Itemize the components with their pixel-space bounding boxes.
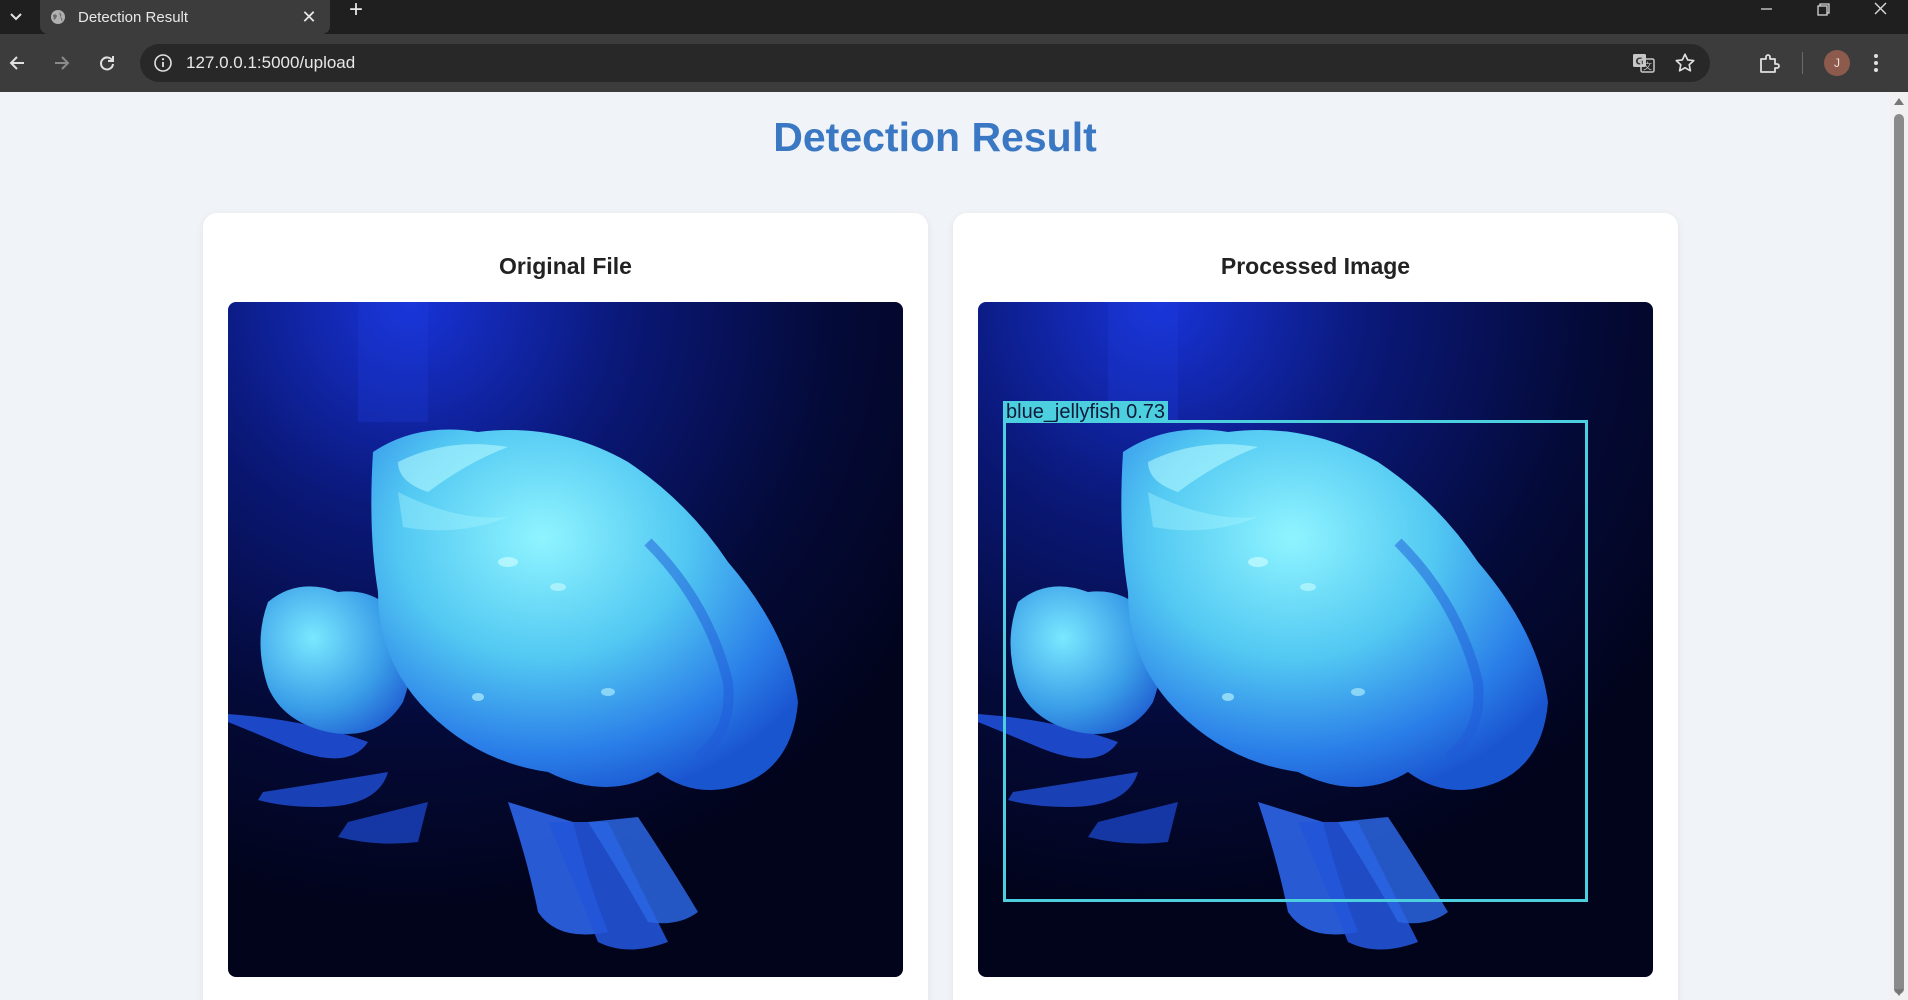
browser-toolbar: 127.0.0.1:5000/upload G 文 J [0,34,1908,92]
processed-image: blue_jellyfish 0.73 [978,302,1653,977]
card-title-processed: Processed Image [1220,253,1411,279]
reload-icon [100,56,114,71]
close-tab-icon[interactable]: ✕ [298,8,320,26]
page-title: Detection Result [773,114,1097,160]
original-image [228,302,903,977]
reload-button[interactable] [92,48,122,78]
scroll-thumb[interactable] [1894,114,1904,994]
new-tab-button[interactable]: + [342,0,370,26]
url-text[interactable]: 127.0.0.1:5000/upload [186,53,1632,73]
globe-icon [51,10,65,24]
more-vertical-icon [1874,54,1878,72]
close-icon [1874,2,1887,15]
close-window-button[interactable] [1857,0,1903,22]
browser-menu-button[interactable] [1872,48,1880,78]
bookmark-star-icon[interactable] [1674,52,1696,74]
processed-image-card: Processed Image blue_jellyfish 0.73 [953,213,1678,1000]
tab-search-button[interactable] [0,0,32,34]
scroll-up-arrow-icon[interactable] [1894,98,1904,105]
toolbar-divider [1802,48,1803,78]
detection-label: blue_jellyfish 0.73 [1003,401,1168,423]
svg-text:文: 文 [1643,61,1652,73]
chevron-down-icon [10,13,22,21]
site-info-icon[interactable] [152,52,174,74]
active-tab[interactable]: Detection Result ✕ [40,0,330,34]
arrow-left-icon [9,56,24,70]
minimize-button[interactable] [1743,0,1789,22]
avatar: J [1824,50,1850,76]
tab-strip: Detection Result ✕ + [0,0,1908,34]
page-viewport: Detection Result Original File Processed… [0,92,1890,1000]
restore-icon [1817,3,1830,16]
scroll-down-arrow-icon[interactable] [1894,989,1904,996]
restore-button[interactable] [1800,0,1846,22]
profile-button[interactable]: J [1824,48,1850,78]
address-bar[interactable]: 127.0.0.1:5000/upload G 文 [140,44,1710,82]
minimize-icon [1761,8,1772,10]
back-button[interactable] [3,48,33,78]
extensions-button[interactable] [1757,48,1781,78]
translate-icon[interactable]: G 文 [1632,52,1656,74]
forward-button[interactable] [46,48,76,78]
page-scrollbar[interactable] [1890,92,1908,1000]
detection-bounding-box [1003,420,1588,902]
original-file-card: Original File [203,213,928,1000]
puzzle-icon [1760,54,1780,73]
tab-title: Detection Result [78,8,189,26]
arrow-right-icon [55,56,70,70]
card-title-original: Original File [499,253,632,279]
